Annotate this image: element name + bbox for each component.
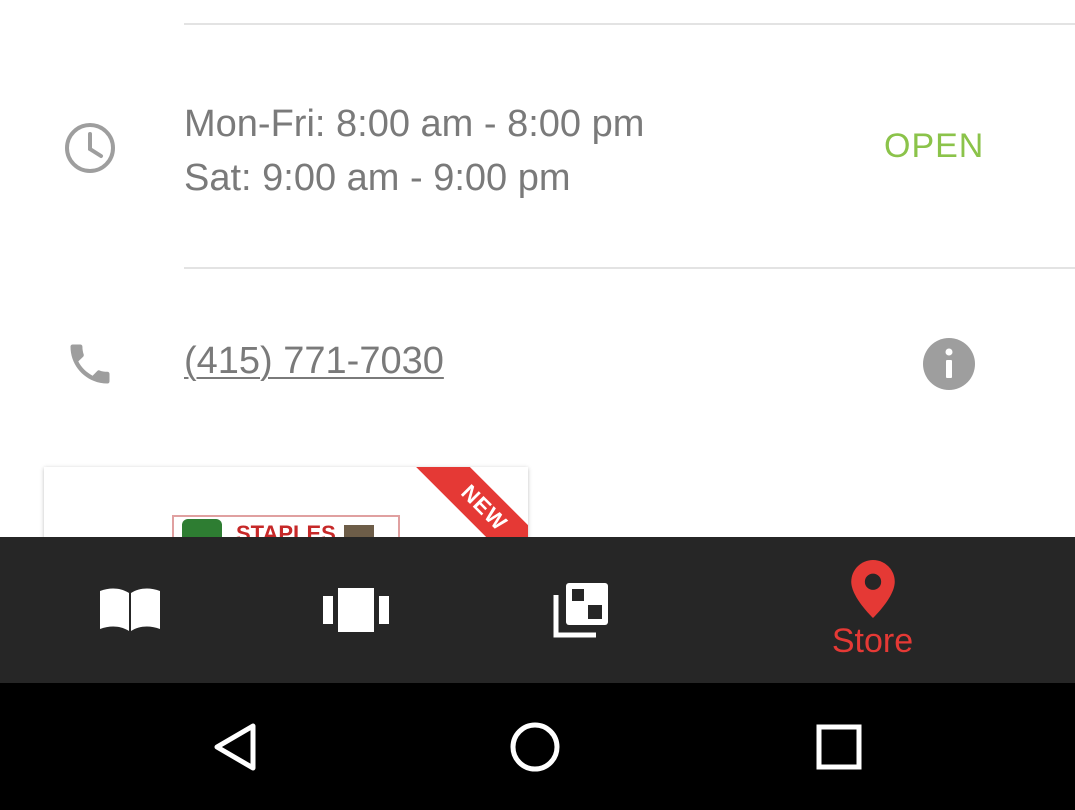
thumbnail-graphic	[182, 519, 222, 537]
bottom-tab-bar: Store	[0, 537, 1075, 683]
carousel-icon	[323, 588, 389, 632]
tab-carousel[interactable]	[286, 537, 426, 683]
home-circle-icon	[510, 722, 560, 771]
weekday-hours: Mon-Fri: 8:00 am - 8:00 pm	[184, 103, 645, 145]
recents-button[interactable]	[784, 683, 894, 810]
thumbnail-logo: STAPLES	[236, 521, 336, 537]
clipped-collection-icon	[553, 583, 608, 638]
ad-thumbnail: STAPLES	[172, 515, 400, 537]
home-button[interactable]	[480, 683, 590, 810]
store-hours: Mon-Fri: 8:00 am - 8:00 pm Sat: 9:00 am …	[184, 97, 644, 205]
weekly-ad-card[interactable]: STAPLES NEW	[44, 467, 528, 537]
location-pin-icon	[850, 559, 895, 618]
back-triangle-icon	[214, 723, 256, 770]
saturday-hours: Sat: 9:00 am - 9:00 pm	[184, 157, 571, 199]
phone-number-link[interactable]: (415) 771-7030	[184, 340, 444, 383]
clock-icon	[62, 120, 118, 176]
tab-collection[interactable]	[511, 537, 651, 683]
recents-square-icon	[816, 724, 862, 769]
thumbnail-image	[344, 525, 374, 537]
info-icon[interactable]	[921, 336, 977, 392]
book-icon	[100, 588, 160, 631]
tab-store[interactable]: Store	[800, 537, 945, 683]
divider	[184, 23, 1075, 25]
phone-icon	[62, 336, 118, 392]
back-button[interactable]	[180, 683, 290, 810]
system-navigation-bar	[0, 683, 1075, 810]
tab-store-label: Store	[831, 621, 914, 660]
open-status-badge: OPEN	[884, 127, 985, 165]
divider	[184, 267, 1075, 269]
store-details-content: Mon-Fri: 8:00 am - 8:00 pm Sat: 9:00 am …	[0, 0, 1075, 537]
tab-book[interactable]	[60, 537, 200, 683]
new-badge-ribbon: NEW	[406, 467, 528, 537]
